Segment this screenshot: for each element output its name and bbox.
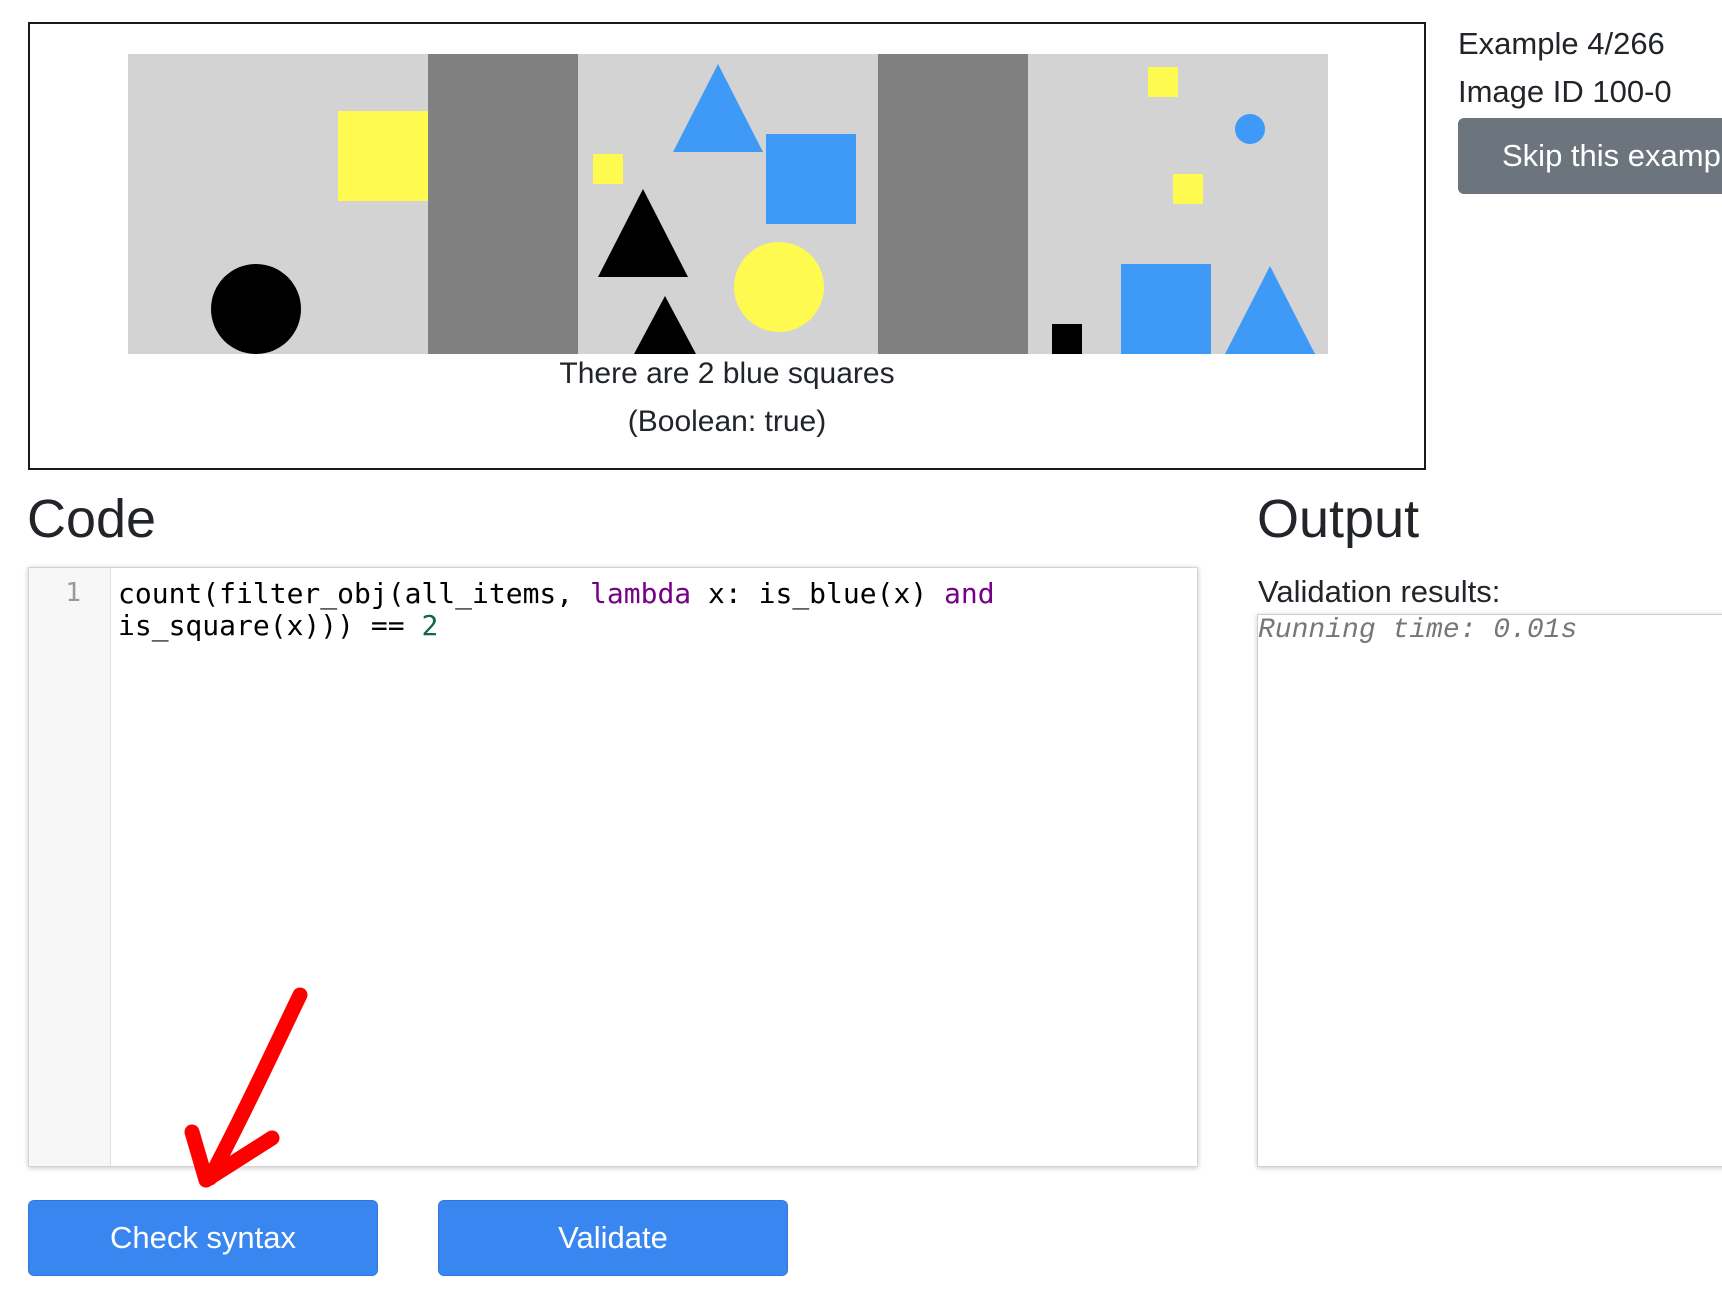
code-text[interactable]: count(filter_obj(all_items, lambda x: is… (118, 578, 1178, 642)
validation-results-label: Validation results: (1258, 574, 1501, 609)
example-answer: (Boolean: true) (627, 405, 827, 438)
small-black-square-shape (1052, 324, 1082, 354)
blue-square-shape (1121, 264, 1211, 354)
output-box (1257, 614, 1722, 1167)
example-caption: There are 2 blue squares (559, 357, 895, 390)
small-yellow-square-shape (593, 154, 623, 184)
image-id: Image ID 100-0 (1458, 74, 1672, 109)
example-panel: There are 2 blue squares (Boolean: true) (28, 22, 1426, 470)
check-syntax-button[interactable]: Check syntax (28, 1200, 378, 1276)
yellow-circle-shape (734, 242, 824, 332)
panel-divider-left (428, 54, 578, 354)
small-yellow-square-shape (1173, 174, 1203, 204)
yellow-square-shape (338, 111, 428, 201)
line-number-gutter: 1 (29, 568, 111, 1166)
code-token: x: is_blue(x) (691, 577, 945, 610)
small-blue-circle-shape (1235, 114, 1265, 144)
code-heading: Code (27, 489, 157, 549)
example-counter: Example 4/266 (1458, 26, 1665, 61)
black-circle-shape (211, 264, 301, 354)
code-token: count(filter_obj(all_items, (118, 577, 591, 610)
skip-example-button[interactable]: Skip this examp (1458, 118, 1722, 194)
output-heading: Output (1257, 489, 1420, 549)
panel-divider-right (878, 54, 1028, 354)
small-yellow-square-shape (1148, 67, 1178, 97)
blue-square-shape (766, 134, 856, 224)
line-number: 1 (65, 578, 81, 608)
red-arrow-icon (184, 987, 308, 1188)
code-keyword: lambda (590, 577, 692, 610)
code-token: is_square(x))) == (118, 609, 422, 642)
validate-button[interactable]: Validate (438, 1200, 788, 1276)
code-number: 2 (421, 609, 439, 642)
running-time-text: Running time: 0.01s (1258, 615, 1578, 646)
code-keyword: and (944, 577, 995, 610)
example-image (128, 54, 1328, 354)
